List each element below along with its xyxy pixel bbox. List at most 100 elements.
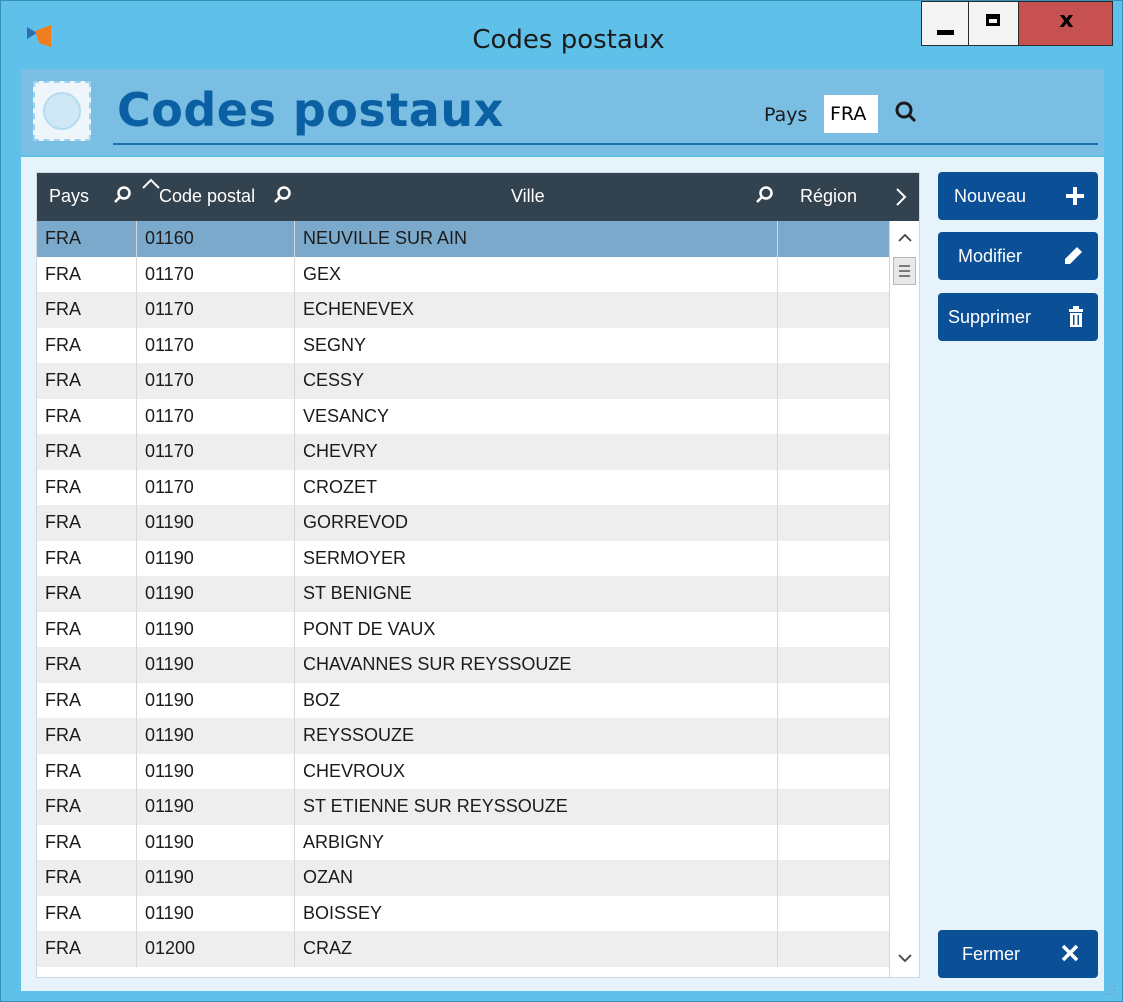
app-window: Codes postaux x Codes postaux Pays Pays — [0, 0, 1123, 1002]
cell-code-postal: 01190 — [137, 860, 295, 896]
column-header-code-postal[interactable]: Code postal — [159, 186, 255, 207]
filter-ville-icon[interactable] — [755, 185, 775, 205]
table-row[interactable]: FRA 01170 GEX — [37, 256, 889, 293]
maximize-button[interactable] — [968, 1, 1019, 46]
pencil-icon — [1065, 247, 1082, 264]
table-row[interactable]: FRA 01170 CESSY — [37, 363, 889, 399]
cell-code-postal: 01190 — [137, 611, 295, 647]
close-window-button[interactable]: x — [1018, 1, 1113, 46]
delete-button[interactable]: Supprimer — [938, 293, 1098, 341]
minimize-button[interactable] — [921, 1, 969, 46]
cell-code-postal: 01190 — [137, 505, 295, 541]
table-row[interactable]: FRA 01200 CRAZ — [37, 931, 889, 967]
cell-ville: ECHENEVEX — [295, 292, 778, 328]
new-button[interactable]: Nouveau — [938, 172, 1098, 220]
scroll-up-icon[interactable] — [890, 227, 920, 249]
cell-pays: FRA — [37, 398, 137, 434]
table-row[interactable]: FRA 01190 REYSSOUZE — [37, 718, 889, 754]
postal-stamp-icon — [33, 81, 91, 141]
cell-region — [778, 257, 889, 293]
cell-ville: REYSSOUZE — [295, 718, 778, 754]
filter-pays-icon[interactable] — [113, 185, 133, 205]
table-row[interactable]: FRA 01190 BOZ — [37, 682, 889, 718]
table-row[interactable]: FRA 01190 PONT DE VAUX — [37, 611, 889, 648]
table-row[interactable]: FRA 01170 CROZET — [37, 469, 889, 505]
cell-code-postal: 01190 — [137, 789, 295, 825]
cell-region — [778, 328, 889, 364]
edit-button[interactable]: Modifier — [938, 232, 1098, 280]
cell-ville: ST ETIENNE SUR REYSSOUZE — [295, 789, 778, 825]
cell-code-postal: 01190 — [137, 682, 295, 718]
table-row[interactable]: FRA 01170 SEGNY — [37, 327, 889, 364]
cell-pays: FRA — [37, 824, 137, 860]
cell-ville: BOISSEY — [295, 895, 778, 931]
cell-code-postal: 01170 — [137, 363, 295, 399]
cell-code-postal: 01170 — [137, 256, 295, 292]
sort-ascending-icon[interactable] — [141, 177, 161, 189]
cell-region — [778, 612, 889, 648]
cell-region — [778, 860, 889, 896]
table-row[interactable]: FRA 01190 CHAVANNES SUR REYSSOUZE — [37, 647, 889, 683]
table-body: FRA 01160 NEUVILLE SUR AIN FRA 01170 GEX FRA 01… — [37, 221, 889, 967]
cell-ville: CHEVRY — [295, 434, 778, 470]
cell-ville: SERMOYER — [295, 540, 778, 576]
table-row[interactable]: FRA 01190 OZAN — [37, 860, 889, 896]
cell-region — [778, 754, 889, 790]
cell-region — [778, 541, 889, 577]
cell-region — [778, 505, 889, 541]
column-header-region[interactable]: Région — [800, 186, 857, 207]
cell-pays: FRA — [37, 292, 137, 328]
cell-ville: NEUVILLE SUR AIN — [295, 221, 778, 257]
cell-ville: CROZET — [295, 469, 778, 505]
table-row[interactable]: FRA 01170 CHEVRY — [37, 434, 889, 470]
close-button[interactable]: Fermer — [938, 930, 1098, 978]
scroll-down-icon[interactable] — [890, 947, 920, 969]
cell-region — [778, 647, 889, 683]
pays-filter-input[interactable] — [824, 95, 878, 133]
chevron-right-icon[interactable] — [894, 187, 908, 207]
table-row[interactable]: FRA 01190 BOISSEY — [37, 895, 889, 932]
cell-ville: PONT DE VAUX — [295, 611, 778, 647]
plus-icon — [1066, 187, 1084, 205]
cell-ville: ARBIGNY — [295, 824, 778, 860]
column-header-ville[interactable]: Ville — [511, 186, 545, 207]
cell-region — [778, 931, 889, 967]
delete-button-label: Supprimer — [948, 307, 1032, 327]
table-row[interactable]: FRA 01170 VESANCY — [37, 398, 889, 434]
resize-grip-icon[interactable] — [1103, 983, 1117, 997]
cell-pays: FRA — [37, 576, 137, 612]
search-icon[interactable] — [893, 99, 919, 125]
vertical-scrollbar[interactable] — [889, 221, 920, 977]
cell-ville: CHAVANNES SUR REYSSOUZE — [295, 647, 778, 683]
title-bar[interactable]: Codes postaux x — [1, 1, 1122, 67]
pays-filter-label: Pays — [764, 104, 808, 126]
table-row[interactable]: FRA 01190 ARBIGNY — [37, 824, 889, 861]
cell-region — [778, 789, 889, 825]
cell-code-postal: 01190 — [137, 540, 295, 576]
cell-pays: FRA — [37, 647, 137, 683]
table-row[interactable]: FRA 01190 ST BENIGNE — [37, 576, 889, 612]
cell-region — [778, 825, 889, 861]
cell-ville: GORREVOD — [295, 505, 778, 541]
cell-ville: VESANCY — [295, 398, 778, 434]
table-row[interactable]: FRA 01190 SERMOYER — [37, 540, 889, 577]
cell-pays: FRA — [37, 931, 137, 967]
table-row[interactable]: FRA 01190 GORREVOD — [37, 505, 889, 541]
cell-pays: FRA — [37, 611, 137, 647]
cell-pays: FRA — [37, 256, 137, 292]
scroll-thumb[interactable] — [893, 257, 916, 285]
cell-code-postal: 01160 — [137, 221, 295, 257]
filter-code-postal-icon[interactable] — [273, 185, 293, 205]
table-row[interactable]: FRA 01190 CHEVROUX — [37, 753, 889, 790]
page-title: Codes postaux — [117, 83, 504, 137]
cell-pays: FRA — [37, 327, 137, 363]
table-row[interactable]: FRA 01190 ST ETIENNE SUR REYSSOUZE — [37, 789, 889, 825]
cell-pays: FRA — [37, 682, 137, 718]
cell-pays: FRA — [37, 789, 137, 825]
cell-region — [778, 896, 889, 932]
column-header-pays[interactable]: Pays — [49, 186, 89, 207]
table-row[interactable]: FRA 01170 ECHENEVEX — [37, 292, 889, 328]
cell-code-postal: 01170 — [137, 292, 295, 328]
table-row[interactable]: FRA 01160 NEUVILLE SUR AIN — [37, 221, 889, 257]
postal-codes-table: Pays Code postal Ville Région FRA 01160 … — [36, 172, 920, 978]
